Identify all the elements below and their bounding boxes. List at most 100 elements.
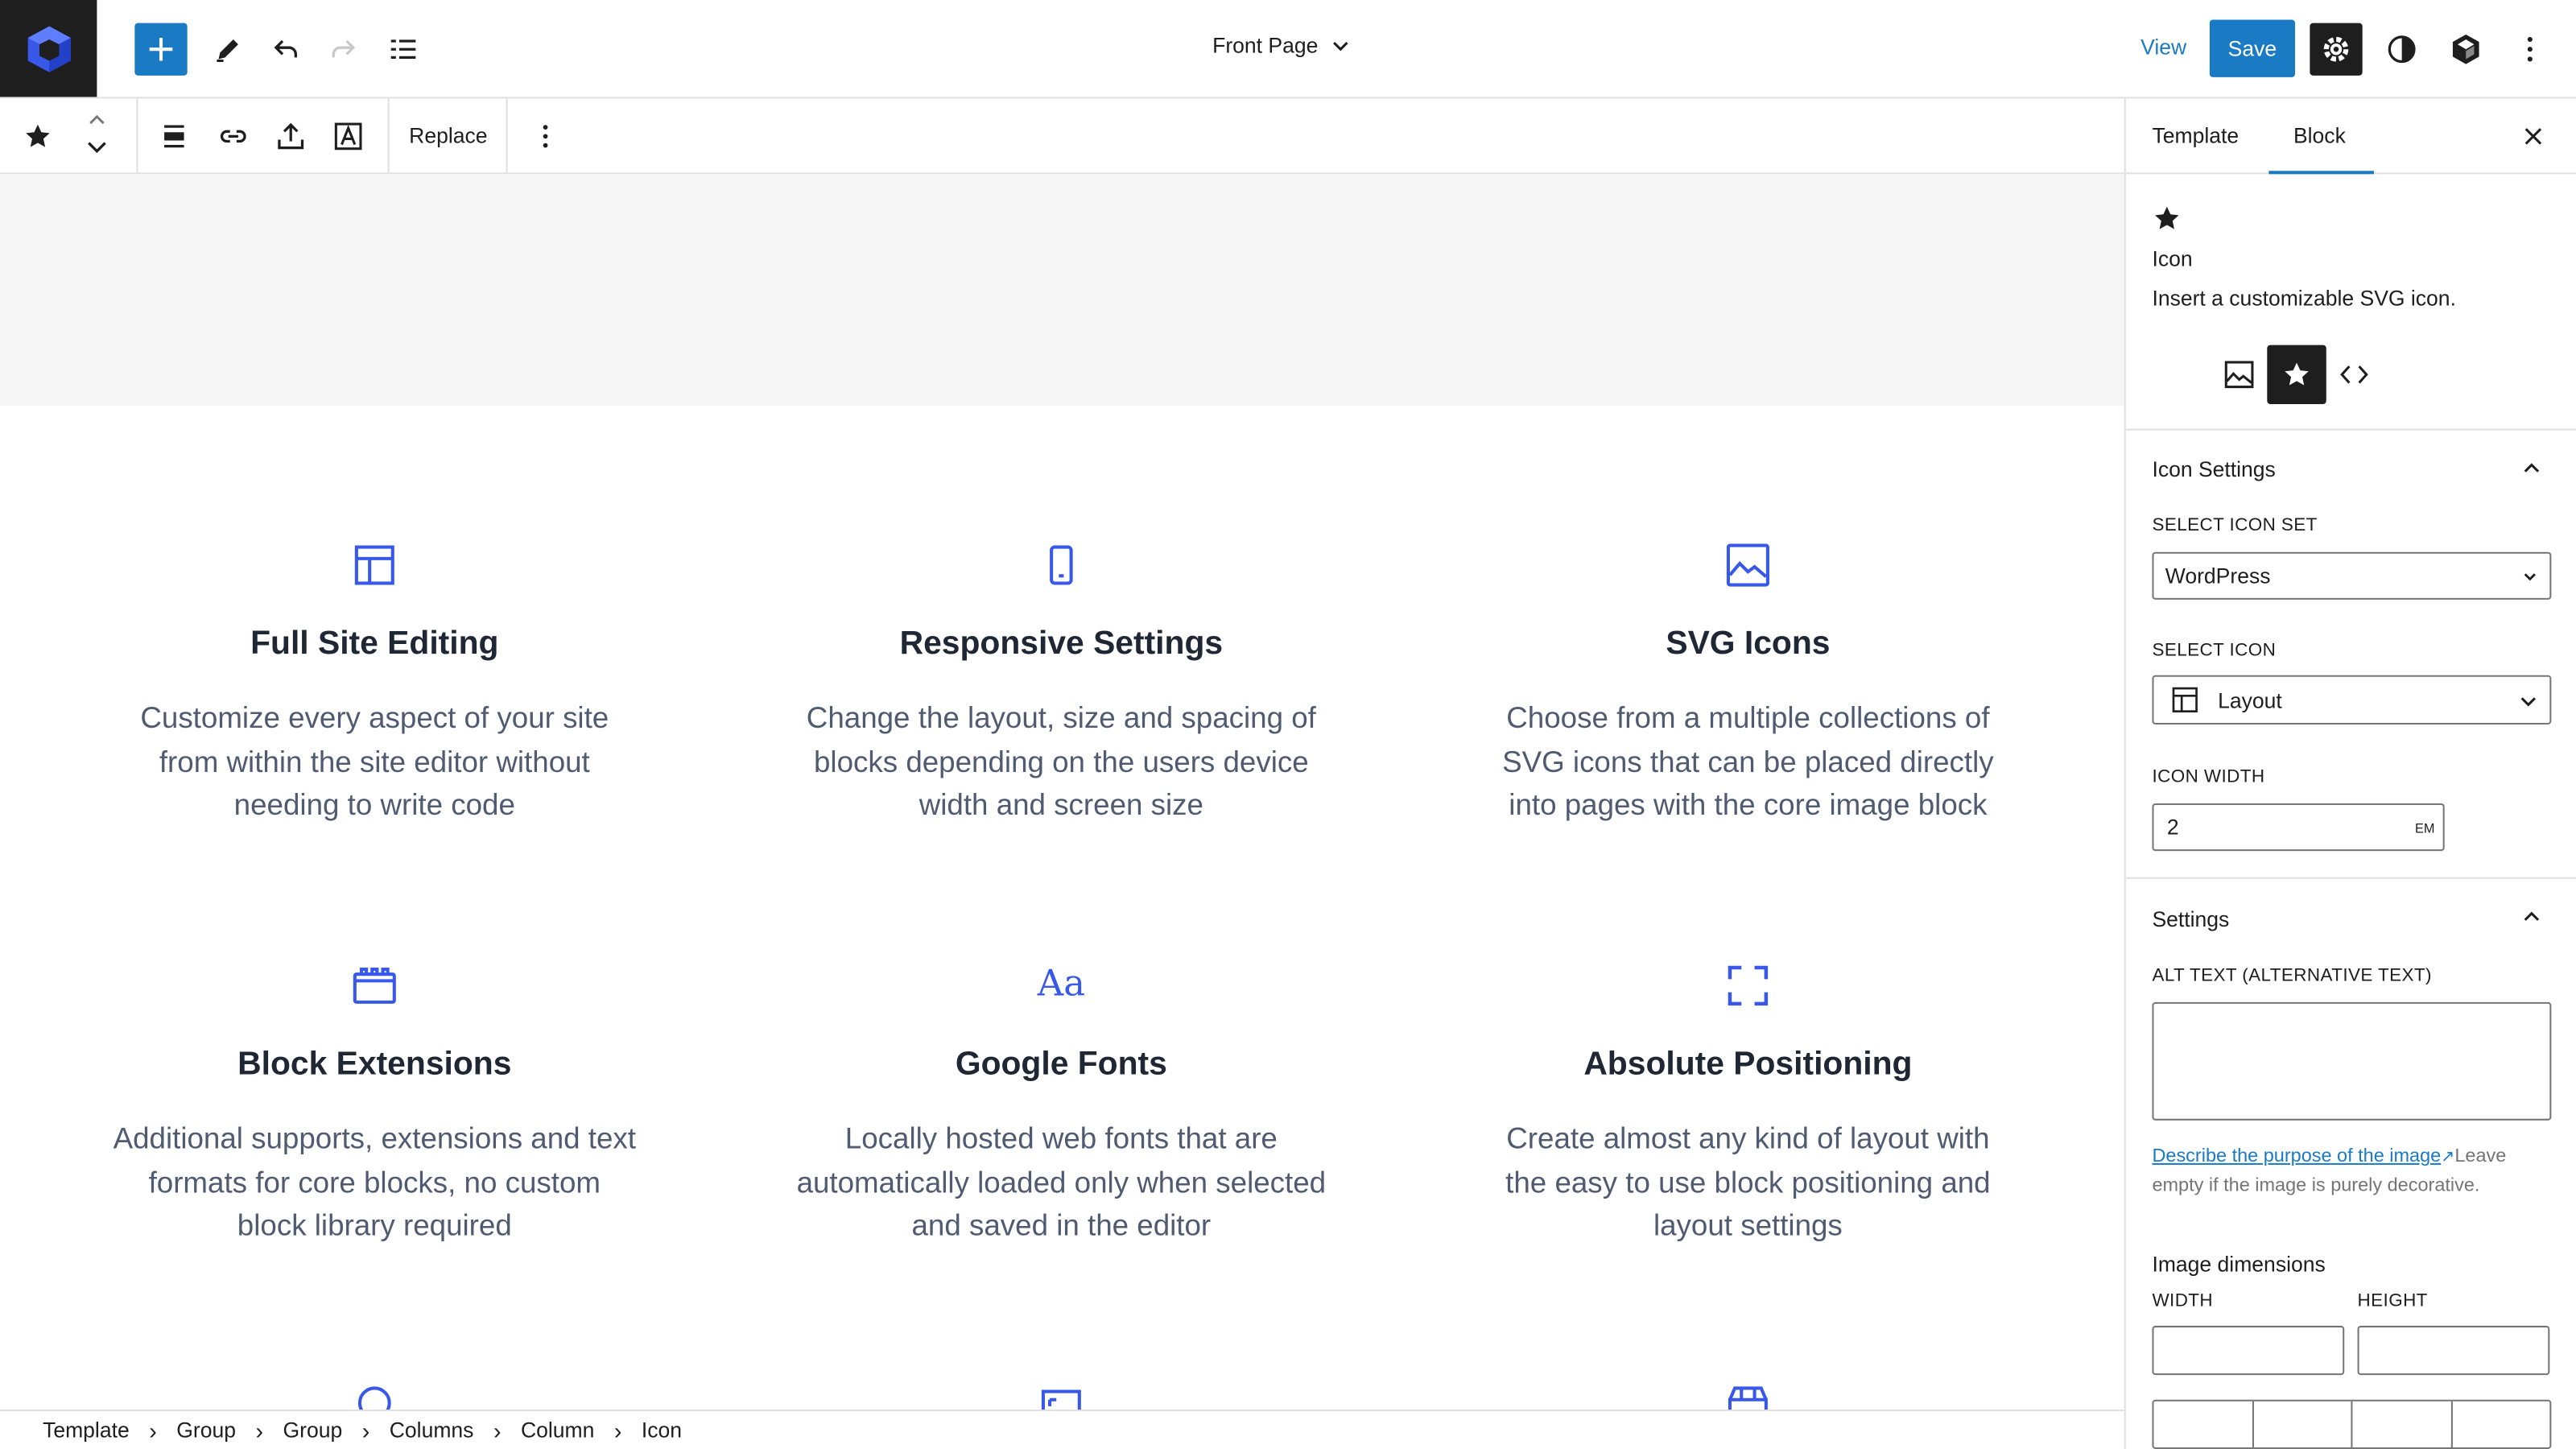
move-up-down-buttons[interactable] <box>77 114 117 159</box>
close-sidebar-button[interactable] <box>2520 123 2547 150</box>
feature-column[interactable]: Absolute Positioning Create almost any k… <box>1452 963 2044 1248</box>
scale-option[interactable] <box>2153 1401 2253 1447</box>
hero-section[interactable] <box>0 174 2124 407</box>
editor-app: Front Page View Save Replace Full Site E… <box>0 0 2576 1449</box>
height-label: HEIGHT <box>2357 1291 2428 1311</box>
close-icon <box>2524 128 2542 145</box>
sidebar-scrollbar[interactable] <box>2565 98 2571 1449</box>
view-button[interactable]: View <box>2140 35 2186 60</box>
feature-column[interactable]: Full Site Editing Customize every aspect… <box>79 542 671 827</box>
icon-settings-panel-title[interactable]: Icon Settings <box>2152 456 2275 481</box>
block-name: Icon <box>2152 246 2193 271</box>
style-icon-button[interactable] <box>2267 345 2326 405</box>
icon-width-input[interactable]: 2 EM <box>2152 803 2445 852</box>
scale-option[interactable] <box>2253 1401 2353 1447</box>
feature-description: Change the layout, size and spacing of b… <box>806 701 1316 822</box>
icon-set-select[interactable]: WordPress <box>2152 551 2552 600</box>
justify-icon <box>164 125 184 148</box>
block-toolbar: Replace <box>0 98 2124 175</box>
image-icon <box>1725 542 1771 588</box>
feature-description: Locally hosted web fonts that are automa… <box>796 1121 1327 1242</box>
undo-button[interactable] <box>259 23 312 76</box>
block-options-button[interactable] <box>526 117 565 156</box>
scale-option[interactable] <box>2452 1402 2549 1447</box>
feature-title: Responsive Settings <box>899 625 1224 663</box>
image-width-input[interactable] <box>2152 1325 2345 1376</box>
feature-column[interactable]: Aa Google Fonts Locally hosted web fonts… <box>766 963 1357 1248</box>
tools-button[interactable] <box>202 23 254 76</box>
gear-icon <box>2323 36 2349 62</box>
feature-column[interactable]: Block Extensions Additional supports, ex… <box>79 963 671 1248</box>
tab-template[interactable]: Template <box>2152 123 2239 148</box>
scale-segmented-control[interactable] <box>2152 1399 2552 1449</box>
editor-canvas[interactable]: Full Site Editing Customize every aspect… <box>0 174 2124 1410</box>
link-button[interactable] <box>213 117 253 156</box>
icon-width-unit[interactable]: EM <box>2415 821 2434 836</box>
code-icon <box>2340 365 2368 384</box>
panel-divider <box>2125 877 2576 879</box>
breadcrumb-item[interactable]: Column <box>521 1418 594 1443</box>
icon-select-label: SELECT ICON <box>2152 640 2277 661</box>
document-overview-button[interactable] <box>376 23 428 76</box>
block-inserter-button[interactable] <box>134 23 188 76</box>
align-button[interactable] <box>155 117 194 156</box>
width-label: WIDTH <box>2152 1291 2214 1311</box>
feature-title: Absolute Positioning <box>1583 1046 1913 1083</box>
layout-icon[interactable] <box>352 542 398 588</box>
upload-button[interactable] <box>271 117 311 156</box>
site-logo-button[interactable] <box>0 0 97 97</box>
icon-width-value: 2 <box>2166 815 2179 840</box>
image-height-input[interactable] <box>2357 1325 2550 1376</box>
breadcrumb-item[interactable]: Template <box>43 1418 130 1443</box>
layout-icon <box>2172 687 2198 712</box>
star-icon <box>26 124 50 147</box>
collapse-icon-settings-button[interactable] <box>2520 456 2544 480</box>
replace-button[interactable]: Replace <box>409 123 487 148</box>
options-menu-button[interactable] <box>2504 23 2556 76</box>
chevron-right-icon: › <box>493 1417 502 1443</box>
icon-width-label: ICON WIDTH <box>2152 767 2265 787</box>
breadcrumb-item[interactable]: Group <box>283 1418 342 1443</box>
toolbar-separator <box>136 98 138 175</box>
tab-block[interactable]: Block <box>2293 123 2346 148</box>
plus-icon <box>149 37 173 61</box>
style-code-button[interactable] <box>2325 345 2384 404</box>
chevron-right-icon: › <box>255 1417 264 1443</box>
chevron-right-icon: › <box>613 1417 622 1443</box>
plugin-button[interactable] <box>2440 23 2492 76</box>
styles-button[interactable] <box>2376 23 2428 76</box>
chevron-down-icon <box>2520 697 2537 707</box>
settings-sidebar: Template Block Icon Insert a customizabl… <box>2124 98 2576 1449</box>
toolbar-separator <box>387 98 390 175</box>
breadcrumb-item[interactable]: Group <box>176 1418 236 1443</box>
cube-logo-icon <box>27 25 70 72</box>
feature-description: Create almost any kind of layout with th… <box>1505 1121 1991 1242</box>
mobile-icon <box>1038 542 1084 588</box>
icon-select[interactable]: Layout <box>2152 675 2552 724</box>
frame-icon <box>1038 1386 1084 1410</box>
redo-button[interactable] <box>317 23 369 76</box>
save-button[interactable]: Save <box>2209 19 2295 77</box>
text-overlay-button[interactable] <box>328 117 368 156</box>
alt-text-help: Describe the purpose of the image↗Leave … <box>2152 1143 2546 1200</box>
feature-title: Google Fonts <box>955 1046 1167 1083</box>
image-icon <box>2224 361 2254 389</box>
feature-column[interactable]: SVG Icons Choose from a multiple collect… <box>1452 542 2044 827</box>
feature-title: Block Extensions <box>237 1046 512 1083</box>
scale-option[interactable] <box>2352 1401 2452 1447</box>
alt-text-input[interactable] <box>2152 1001 2552 1121</box>
breadcrumb-item[interactable]: Columns <box>390 1418 474 1443</box>
feature-description: Choose from a multiple collections of SV… <box>1502 701 1994 822</box>
style-image-button[interactable] <box>2210 345 2268 404</box>
chevron-up-down-icon <box>88 114 106 154</box>
settings-button[interactable] <box>2310 23 2363 76</box>
block-type-button[interactable] <box>18 117 57 156</box>
feature-column[interactable]: Responsive Settings Change the layout, s… <box>766 542 1357 827</box>
star-icon <box>2285 362 2309 386</box>
collapse-settings-button[interactable] <box>2520 905 2544 928</box>
describe-purpose-link[interactable]: Describe the purpose of the image <box>2152 1146 2441 1166</box>
settings-panel-title[interactable]: Settings <box>2152 907 2229 932</box>
circle-icon <box>352 1380 398 1410</box>
icon-select-value: Layout <box>2218 687 2282 712</box>
document-title-dropdown[interactable]: Front Page <box>1212 33 1351 57</box>
